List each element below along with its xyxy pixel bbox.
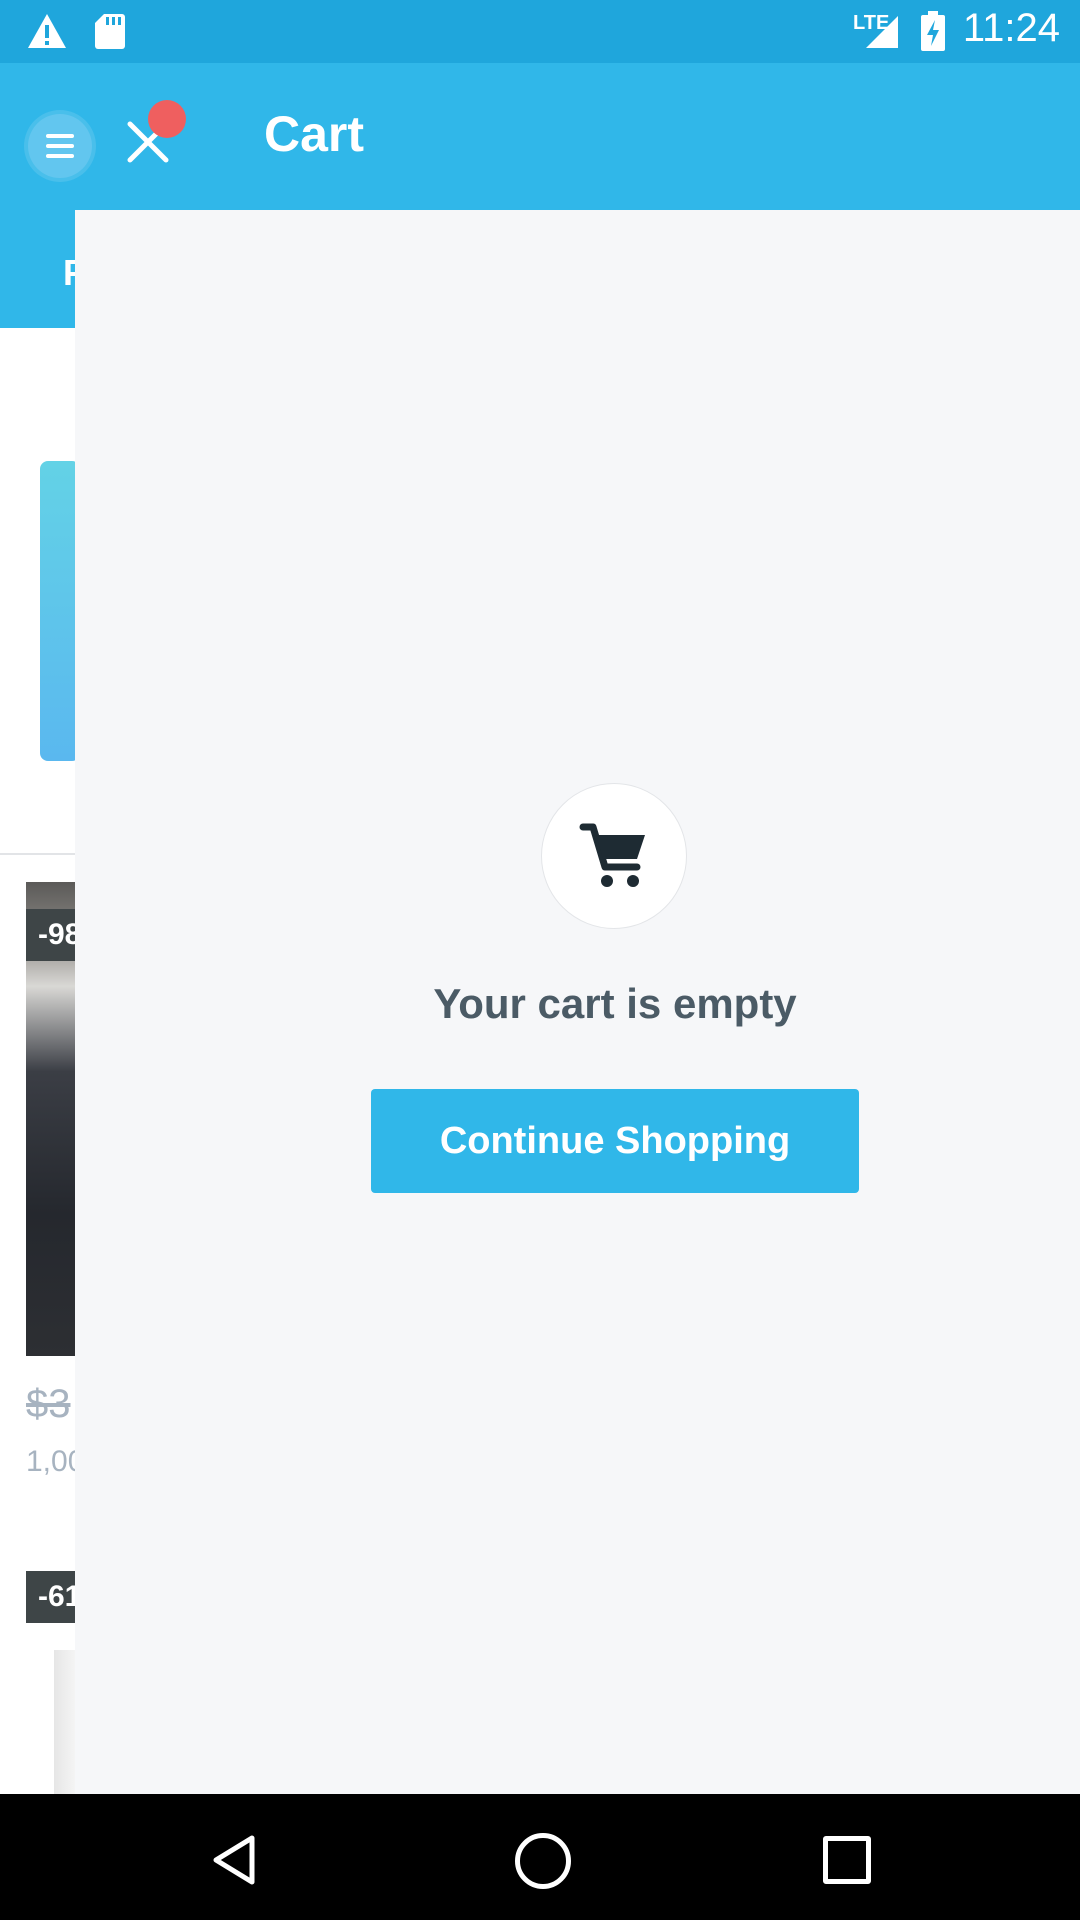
background-sold-count: 1,00 — [26, 1445, 76, 1478]
battery-charging-icon — [921, 11, 945, 51]
background-divider — [0, 853, 75, 855]
warning-icon — [28, 14, 66, 48]
empty-cart-badge — [541, 783, 687, 929]
continue-shopping-button[interactable]: Continue Shopping — [371, 1089, 859, 1193]
empty-cart-message: Your cart is empty — [433, 980, 797, 1027]
clock: 11:24 — [962, 6, 1060, 50]
page-title: Cart — [264, 106, 365, 162]
sd-card-icon — [95, 14, 125, 49]
background-product-image — [54, 1650, 76, 1794]
notification-dot — [148, 100, 186, 138]
shopping-cart-icon — [579, 823, 645, 887]
background-tab-strip: F — [0, 210, 85, 328]
background-banner — [40, 461, 80, 761]
menu-button[interactable] — [28, 114, 92, 178]
back-icon[interactable] — [210, 1834, 258, 1886]
home-icon[interactable] — [515, 1833, 571, 1889]
background-original-price: $3 — [26, 1382, 71, 1426]
recent-apps-icon[interactable] — [823, 1836, 871, 1884]
status-bar: LTE 11:24 — [0, 0, 1080, 63]
signal-icon — [866, 16, 898, 48]
